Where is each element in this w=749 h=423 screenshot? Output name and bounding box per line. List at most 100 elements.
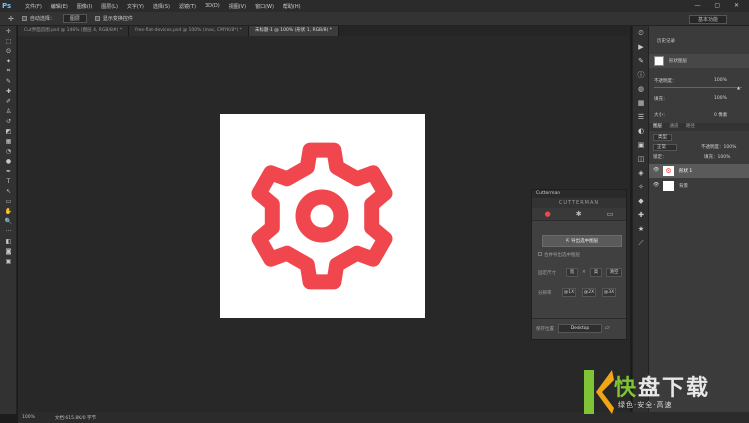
zoom-icon[interactable]: 🔍: [0, 216, 17, 226]
history-icon[interactable]: ⏲: [633, 26, 649, 40]
layer-opacity[interactable]: 不透明度：100%: [701, 144, 736, 150]
checkbox-box[interactable]: [94, 16, 100, 21]
slider-handle-icon[interactable]: ▲: [737, 85, 740, 90]
layer-row-shape-1[interactable]: 👁 ⚙ 形状 1: [649, 164, 749, 178]
eyedropper-icon[interactable]: ✎: [0, 76, 17, 86]
merge-checkbox[interactable]: 合并导出选中图层: [538, 252, 580, 258]
brush-preset-icon[interactable]: ✎: [633, 54, 649, 68]
workspace-dropdown[interactable]: 基本功能: [688, 15, 727, 24]
tab-untitled-1[interactable]: 未标题-1 @ 100% (形状 1, RGB/8) *: [248, 26, 339, 36]
dodge-icon[interactable]: ●: [0, 156, 17, 166]
more-icon[interactable]: ···: [0, 226, 17, 236]
screenmode-icon[interactable]: ▣: [0, 256, 17, 266]
quickmask-icon[interactable]: ◙: [0, 246, 17, 256]
path-select-icon[interactable]: ↖: [0, 186, 17, 196]
auto-select-checkbox[interactable]: 自动选择：: [21, 15, 55, 22]
window-controls[interactable]: — ▢ ✕: [694, 2, 745, 9]
layer-name[interactable]: 形状 1: [679, 168, 692, 174]
menu-layer[interactable]: 图层(L): [101, 3, 118, 10]
fill-value[interactable]: 100%: [714, 96, 727, 101]
star-icon[interactable]: ★: [633, 222, 649, 236]
apple-icon[interactable]: ●: [545, 210, 551, 218]
menu-window[interactable]: 窗口(W): [255, 3, 274, 10]
layers-icon[interactable]: ◫: [633, 152, 649, 166]
marquee-icon[interactable]: ⬚: [0, 36, 17, 46]
magic-wand-icon[interactable]: ✦: [0, 56, 17, 66]
app-logo: Ps: [2, 2, 12, 10]
height-input[interactable]: 高: [590, 268, 602, 277]
zoom-level[interactable]: 100%: [22, 415, 35, 420]
eye-icon[interactable]: 👁: [653, 182, 659, 188]
menu-image[interactable]: 图像(I): [77, 3, 92, 10]
menu-view[interactable]: 视图(V): [229, 3, 246, 10]
document-canvas[interactable]: [220, 114, 425, 318]
color-icon[interactable]: ◍: [633, 82, 649, 96]
brush-icon[interactable]: ✐: [0, 96, 17, 106]
cutterman-panel: Cutterman CUTTERMAN ● ✱ ▭ ⇱ 导出选中图层 合并导出选…: [531, 189, 627, 340]
cutterman-icon[interactable]: ◆: [633, 194, 649, 208]
swatches-icon[interactable]: ▦: [633, 96, 649, 110]
tool-preset-icon[interactable]: ✚: [633, 208, 649, 222]
type-icon[interactable]: T: [0, 176, 17, 186]
folder-icon[interactable]: ▱: [605, 324, 610, 331]
adjust-icon[interactable]: ◐: [633, 124, 649, 138]
menu-3d[interactable]: 3D(D): [205, 3, 220, 9]
show-transform-checkbox[interactable]: 显示变换控件: [94, 15, 133, 22]
scale-1x[interactable]: @1X: [562, 288, 576, 297]
menu-file[interactable]: 文件(F): [25, 3, 42, 10]
healing-icon[interactable]: ✚: [0, 86, 17, 96]
auto-select-dropdown[interactable]: 图层: [62, 14, 87, 23]
layer-row-background[interactable]: 👁 背景: [649, 179, 749, 193]
tab-layers[interactable]: 图层: [653, 124, 662, 129]
checkbox-box[interactable]: [21, 16, 27, 21]
layer-fill[interactable]: 填充：100%: [704, 154, 730, 160]
tab-cut-psd[interactable]: Cut界面首图.psd @ 146% (图层 4, RGB/8#) *: [18, 26, 130, 36]
scale-3x[interactable]: @3X: [602, 288, 616, 297]
move-tool-icon[interactable]: ✛: [8, 15, 14, 23]
paths-icon[interactable]: ✧: [633, 180, 649, 194]
lasso-icon[interactable]: ʘ: [0, 46, 17, 56]
android-icon[interactable]: ✱: [576, 210, 582, 218]
colors-icon[interactable]: ◧: [0, 236, 17, 246]
styles-icon[interactable]: ▣: [633, 138, 649, 152]
history-label: 历史记录: [657, 39, 675, 44]
history-item[interactable]: 形状图层: [649, 54, 749, 68]
tab-free-flat-devices[interactable]: free-flat-devices.psd @ 100% (mac, CMYK/…: [129, 26, 249, 36]
move-icon[interactable]: ✛: [0, 26, 17, 36]
pen-icon[interactable]: ✒: [0, 166, 17, 176]
properties-icon[interactable]: ☰: [633, 110, 649, 124]
menu-type[interactable]: 文字(Y): [127, 3, 144, 10]
info-icon[interactable]: ⓘ: [633, 68, 649, 82]
clear-button[interactable]: 清空: [606, 268, 622, 277]
opacity-value[interactable]: 100%: [714, 78, 727, 83]
stamp-icon[interactable]: ♙: [0, 106, 17, 116]
layer-name[interactable]: 背景: [679, 183, 688, 189]
eye-icon[interactable]: 👁: [653, 167, 659, 173]
channels-icon[interactable]: ◈: [633, 166, 649, 180]
scale-2x[interactable]: @2X: [582, 288, 596, 297]
export-selected-button[interactable]: ⇱ 导出选中图层: [542, 235, 622, 247]
layer-kind-dropdown[interactable]: 类型: [653, 134, 672, 141]
eraser-icon[interactable]: ◩: [0, 126, 17, 136]
crop-icon[interactable]: ⌗: [0, 66, 17, 76]
opacity-slider[interactable]: ▲: [649, 85, 749, 90]
menu-edit[interactable]: 编辑(E): [51, 3, 68, 10]
layer-thumbnail-gear-icon: ⚙: [663, 166, 674, 176]
measure-icon[interactable]: ⟋: [633, 236, 649, 250]
gradient-icon[interactable]: ▦: [0, 136, 17, 146]
blur-icon[interactable]: ◔: [0, 146, 17, 156]
tab-paths[interactable]: 路径: [686, 124, 695, 129]
blend-mode-dropdown[interactable]: 正常: [653, 144, 677, 151]
size-value[interactable]: 0 像素: [714, 112, 727, 118]
desktop-icon[interactable]: ▭: [607, 210, 614, 218]
history-brush-icon[interactable]: ↺: [0, 116, 17, 126]
save-dir-field[interactable]: Desktop: [558, 324, 602, 333]
tab-channels[interactable]: 通道: [669, 124, 678, 129]
width-input[interactable]: 宽: [566, 268, 578, 277]
menu-select[interactable]: 选择(S): [153, 3, 170, 10]
shape-icon[interactable]: ▭: [0, 196, 17, 206]
hand-icon[interactable]: ✋: [0, 206, 17, 216]
play-icon[interactable]: ▶: [633, 40, 649, 54]
menu-filter[interactable]: 滤镜(T): [179, 3, 196, 10]
menu-help[interactable]: 帮助(H): [283, 3, 301, 10]
